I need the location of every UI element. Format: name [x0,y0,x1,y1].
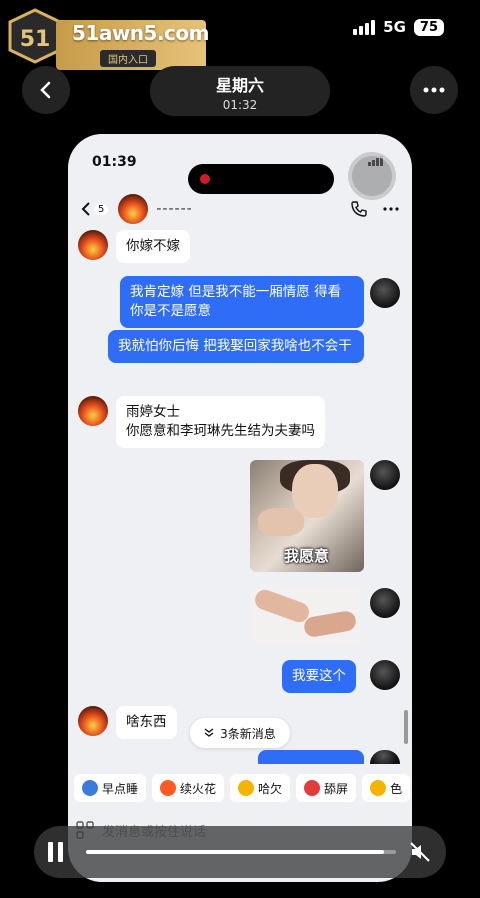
video-player-controls [34,826,446,878]
message-outgoing: 我要这个 [282,660,356,693]
chat-back-icon[interactable] [80,201,92,217]
double-chevron-down-icon [204,728,214,737]
self-avatar[interactable] [370,460,400,490]
progress-bar[interactable] [86,850,396,854]
contact-name: ------ [156,201,193,217]
flame-icon [160,780,177,796]
phone-call-icon[interactable] [350,200,368,218]
message-outgoing: 我肯定嫁 但是我不能一厢情愿 得看你是不是愿意 [120,276,364,328]
back-button[interactable] [22,66,70,114]
quick-reply-early-sleep[interactable]: 早点睡 [74,774,147,802]
new-messages-button[interactable]: 3条新消息 [190,718,290,748]
new-messages-label: 3条新消息 [220,726,276,741]
more-button[interactable] [410,66,458,114]
contact-avatar[interactable] [78,706,108,736]
contact-avatar[interactable] [78,396,108,426]
battery-level: 75 [413,18,444,36]
logo-subtitle: 国内入口 [100,50,156,67]
self-avatar[interactable] [370,588,400,618]
phone-status-bar: 01:39 [92,150,388,194]
chat-more-icon[interactable] [382,206,400,212]
quick-reply-keep-streak[interactable]: 续火花 [152,774,225,802]
quick-reply-heart-eyes[interactable]: 色 [362,774,411,802]
signal-icon [353,19,376,35]
phone-screenshot: 01:39 5 ------ 你嫁不嫁 我肯定嫁 但是我不能一厢情愿 得看你是不… [68,134,412,882]
quick-replies: 早点睡 续火花 哈欠 舔屏 色 [74,774,412,802]
lick-screen-icon [304,780,321,796]
self-avatar[interactable] [370,278,400,308]
message-incoming: 你嫁不嫁 [116,230,190,263]
image-caption: 我愿意 [284,547,330,565]
earth-icon [82,780,98,796]
network-label: 5G [383,18,406,36]
message-outgoing: 我就怕你后悔 把我娶回家我啥也不会干 [108,330,364,363]
chevron-left-icon [40,81,51,99]
quick-reply-lick-screen[interactable]: 舔屏 [296,774,357,802]
contact-avatar[interactable] [78,230,108,260]
mute-icon[interactable] [408,840,432,864]
message-image[interactable]: 我愿意 [250,460,364,572]
self-avatar[interactable] [370,660,400,690]
scroll-indicator [404,710,408,744]
unread-count: 5 [94,203,109,215]
self-avatar[interactable] [370,750,400,764]
header-title: 星期六 01:32 [150,66,330,116]
logo-text: 51awn5.com [72,21,210,45]
phone-time: 01:39 [92,154,137,170]
message-image[interactable] [250,586,360,646]
pause-button[interactable] [48,842,68,862]
dynamic-island [188,164,334,194]
message-outgoing-partial [258,750,364,764]
status-bar: 5G 75 [353,18,444,36]
yawn-icon [238,780,255,796]
header-day: 星期六 [215,76,264,95]
quick-reply-yawn[interactable]: 哈欠 [230,774,291,802]
chat-header: 5 ------ [80,192,400,226]
progress-fill [86,850,384,854]
svg-text:51: 51 [20,27,51,52]
message-incoming: 雨婷女士 你愿意和李珂琳先生结为夫妻吗 [116,396,325,448]
header-time: 01:32 [222,98,258,112]
site-logo: 51 51awn5.com 国内入口 [6,8,210,70]
contact-avatar[interactable] [118,194,149,224]
more-dots-icon [423,87,445,93]
message-incoming: 啥东西 [116,706,177,739]
heart-eyes-icon [370,780,387,796]
